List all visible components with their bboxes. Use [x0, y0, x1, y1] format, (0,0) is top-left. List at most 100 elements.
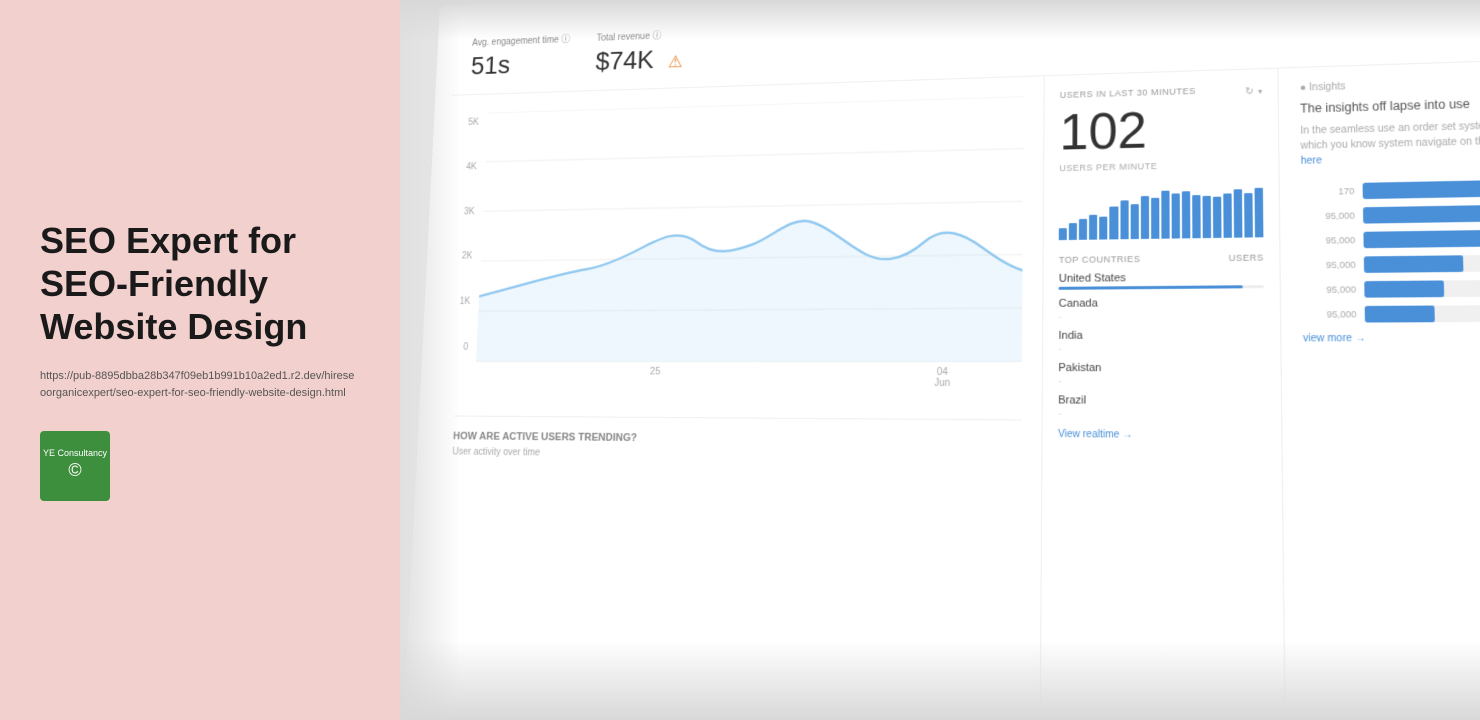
hbar-track-3	[1364, 229, 1480, 248]
hbar-fill-6	[1365, 306, 1435, 323]
mini-bar-6	[1110, 206, 1118, 239]
chevron-down-icon: ▾	[1258, 87, 1262, 96]
hbar-row-4: 95,000	[1302, 254, 1480, 273]
country-bar-usa	[1059, 285, 1243, 290]
mini-bar-3	[1079, 219, 1087, 240]
mini-bar-5	[1100, 217, 1108, 240]
left-panel: SEO Expert for SEO-Friendly Website Desi…	[0, 0, 400, 720]
trending-title: HOW ARE ACTIVE USERS TRENDING?	[453, 431, 1022, 448]
hbar-track-1	[1363, 179, 1480, 199]
realtime-header: USERS IN LAST 30 MINUTES	[1060, 86, 1196, 100]
dashboard-bg: Avg. engagement time ⓘ 51s Total revenue…	[403, 0, 1480, 720]
hbar-row-6: 95,000	[1303, 305, 1480, 323]
hbar-label-4: 95,000	[1302, 260, 1356, 271]
chart-x-labels: 25 04Jun	[455, 367, 1022, 390]
y-label-4k: 4K	[466, 162, 477, 172]
country-dash-pakistan: -	[1058, 376, 1265, 387]
mini-bar-10	[1151, 198, 1159, 239]
mini-bar-8	[1130, 204, 1138, 239]
metric-revenue-label: Total revenue ⓘ	[596, 26, 684, 43]
chart-section: 5K 4K 3K 2K 1K 0	[422, 76, 1045, 720]
country-name-pakistan: Pakistan	[1058, 362, 1265, 374]
hbar-label-6: 95,000	[1303, 309, 1357, 320]
analytics-section: ● Insights The insights off lapse into u…	[1279, 59, 1480, 720]
hbar-track-6	[1365, 305, 1480, 323]
analytics-link[interactable]: click here	[1301, 135, 1480, 167]
mini-bar-14	[1192, 195, 1201, 238]
dashboard-wrapper: Avg. engagement time ⓘ 51s Total revenue…	[403, 0, 1480, 720]
metric-revenue-value: $74K ⚠	[595, 44, 683, 77]
hbar-row-3: 95,000	[1302, 229, 1480, 249]
badge-icon: ©	[68, 459, 81, 482]
hbar-label-3: 95,000	[1302, 235, 1356, 246]
refresh-icon: ↻	[1245, 86, 1254, 97]
x-label-25: 25	[649, 367, 660, 388]
hbar-row-2: 95,000	[1301, 204, 1480, 225]
mini-bar-19	[1244, 193, 1253, 238]
badge: YE Consultancy ©	[40, 431, 110, 501]
mini-bar-1	[1059, 228, 1067, 240]
badge-text: YE Consultancy	[43, 448, 107, 460]
left-content: SEO Expert for SEO-Friendly Website Desi…	[40, 219, 360, 502]
hbar-track-2	[1363, 204, 1480, 224]
countries-header: TOP COUNTRIES USERS	[1059, 253, 1264, 265]
mini-bar-4	[1089, 215, 1097, 240]
hbar-fill-2	[1363, 205, 1480, 224]
trending-subtitle: User activity over time	[452, 447, 1021, 464]
country-india: India -	[1058, 329, 1264, 354]
users-label: USERS	[1229, 253, 1264, 264]
y-label-0: 0	[457, 342, 468, 352]
country-name-brazil: Brazil	[1058, 394, 1265, 407]
mini-bar-9	[1140, 196, 1148, 239]
mini-bar-17	[1223, 193, 1232, 238]
right-panel: Avg. engagement time ⓘ 51s Total revenue…	[400, 0, 1480, 720]
country-name-india: India	[1058, 329, 1264, 342]
trending-section: HOW ARE ACTIVE USERS TRENDING? User acti…	[452, 416, 1022, 465]
country-usa: United States	[1059, 271, 1264, 290]
mini-bar-2	[1069, 223, 1077, 240]
realtime-count: 102	[1059, 102, 1262, 159]
metric-revenue: Total revenue ⓘ $74K ⚠	[595, 26, 684, 76]
country-bar-track-usa	[1059, 285, 1264, 290]
hbar-row-5: 95,000	[1302, 279, 1480, 298]
countries-label: TOP COUNTRIES	[1059, 254, 1140, 265]
realtime-panel: USERS IN LAST 30 MINUTES ↻ ▾ 102 USERS P…	[1041, 69, 1286, 720]
hbar-track-4	[1364, 254, 1480, 273]
country-name-usa: United States	[1059, 271, 1264, 285]
hbar-fill-3	[1364, 230, 1480, 248]
hbar-chart: 170 95,000	[1301, 179, 1480, 323]
metric-engagement-label: Avg. engagement time ⓘ	[472, 31, 570, 48]
country-dash-canada: -	[1059, 311, 1265, 322]
y-label-5k: 5K	[468, 117, 479, 127]
mini-bar-11	[1161, 191, 1169, 239]
country-dash-brazil: -	[1058, 409, 1265, 421]
dashboard-content: Avg. engagement time ⓘ 51s Total revenue…	[403, 0, 1480, 720]
hbar-fill-5	[1364, 280, 1444, 297]
country-canada: Canada -	[1059, 296, 1265, 321]
country-name-canada: Canada	[1059, 296, 1265, 309]
analytics-desc: In the seamless use an order set system …	[1300, 117, 1480, 169]
analytics-label: ● Insights	[1300, 75, 1480, 94]
x-label-04jun: 04Jun	[934, 367, 950, 389]
country-pakistan: Pakistan -	[1058, 362, 1265, 387]
mini-bar-7	[1120, 200, 1128, 239]
y-label-1k: 1K	[459, 297, 470, 307]
view-more-link[interactable]: view more →	[1303, 332, 1480, 344]
hbar-label-1: 170	[1301, 186, 1354, 197]
mini-bar-20	[1255, 188, 1264, 238]
view-realtime-link[interactable]: View realtime →	[1058, 429, 1266, 442]
main-grid: 5K 4K 3K 2K 1K 0	[422, 60, 1480, 720]
line-chart	[476, 96, 1024, 362]
warning-icon: ⚠	[668, 52, 683, 71]
hbar-fill-1	[1363, 180, 1480, 199]
mini-bar-15	[1202, 196, 1211, 238]
hbar-label-2: 95,000	[1301, 210, 1354, 221]
select-control[interactable]: ↻ ▾	[1245, 86, 1262, 97]
mini-bar-16	[1213, 197, 1222, 238]
country-dash-india: -	[1058, 344, 1264, 354]
page-title: SEO Expert for SEO-Friendly Website Desi…	[40, 219, 360, 349]
mini-bar-18	[1234, 189, 1243, 237]
hbar-row-1: 170	[1301, 179, 1480, 200]
y-label-3k: 3K	[464, 206, 475, 216]
metric-engagement: Avg. engagement time ⓘ 51s	[470, 31, 570, 81]
